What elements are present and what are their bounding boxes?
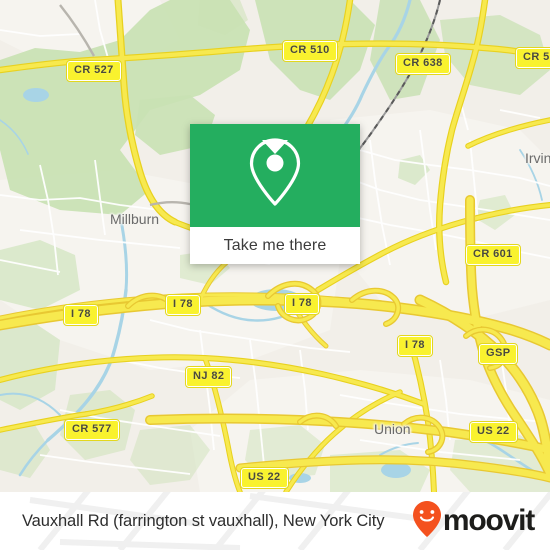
callout-action-bar[interactable]: Take me there bbox=[190, 227, 360, 264]
place-label: Irvin bbox=[525, 150, 550, 166]
road-shield: I 78 bbox=[284, 293, 320, 315]
road-shield: US 22 bbox=[469, 421, 518, 443]
footer-bar: Vauxhall Rd (farrington st vauxhall), Ne… bbox=[0, 492, 550, 550]
road-shield: CR 601 bbox=[465, 244, 521, 266]
road-shield: CR 638 bbox=[395, 53, 451, 75]
road-shield: CR 510 bbox=[515, 47, 550, 69]
moovit-wordmark: moovit bbox=[442, 504, 535, 537]
road-shield: US 22 bbox=[240, 467, 289, 489]
moovit-brand[interactable]: moovit bbox=[412, 500, 535, 543]
road-shield: GSP bbox=[477, 343, 519, 365]
road-shield: I 78 bbox=[397, 335, 433, 357]
map-screenshot: CR 527 CR 510 CR 638 CR 510 CR 601 I 78 … bbox=[0, 0, 550, 550]
take-me-there-label: Take me there bbox=[223, 236, 327, 254]
place-label: Millburn bbox=[110, 211, 160, 227]
road-shield: CR 527 bbox=[66, 60, 122, 82]
road-shield: CR 577 bbox=[64, 419, 120, 441]
road-shield: I 78 bbox=[63, 304, 99, 326]
road-shield: NJ 82 bbox=[184, 366, 233, 388]
road-shield: CR 510 bbox=[282, 40, 338, 62]
place-label: Union bbox=[374, 421, 411, 437]
callout-pointer bbox=[262, 140, 288, 154]
location-title: Vauxhall Rd (farrington st vauxhall), Ne… bbox=[22, 511, 385, 530]
road-shield: I 78 bbox=[165, 294, 201, 316]
moovit-pin-icon bbox=[412, 500, 442, 543]
